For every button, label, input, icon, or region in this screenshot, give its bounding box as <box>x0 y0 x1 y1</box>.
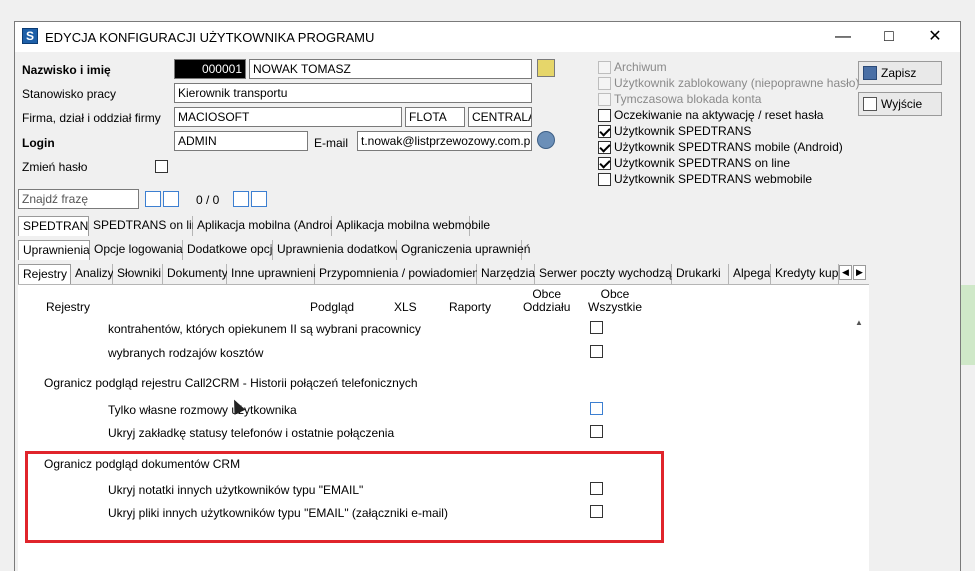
save-icon <box>863 66 877 80</box>
tab-tabs_level1[interactable]: SPEDTRANS on line <box>89 216 205 236</box>
status-option-label: Użytkownik SPEDTRANS on line <box>614 156 791 170</box>
search-input[interactable]: Znajdź frazę <box>18 189 139 209</box>
permission-checkbox[interactable] <box>590 321 603 334</box>
maximize-icon[interactable]: □ <box>866 22 912 52</box>
position-field[interactable]: Kierownik transportu <box>174 83 532 103</box>
tab-tabs_level3[interactable]: Przypomnienia / powiadomienia <box>315 264 488 284</box>
tab-tabs_level2[interactable]: Uprawnienia <box>18 240 90 260</box>
email-label: E-mail <box>314 136 349 150</box>
user-code-field: 000001 <box>174 59 246 79</box>
status-option-label: Użytkownik SPEDTRANS webmobile <box>614 172 813 186</box>
change-password-checkbox[interactable] <box>155 160 168 173</box>
background-grid-cells <box>961 285 975 365</box>
change-password-label: Zmień hasło <box>22 160 88 174</box>
first-page-icon[interactable] <box>145 191 161 207</box>
permission-label: Ukryj zakładkę statusy telefonów i ostat… <box>108 426 395 440</box>
status-checkbox[interactable] <box>598 141 611 154</box>
home-icon <box>863 97 877 111</box>
close-icon[interactable]: ✕ <box>912 22 958 52</box>
permission-label: wybranych rodzajów kosztów <box>108 346 264 360</box>
contact-card-icon[interactable] <box>537 59 555 77</box>
tab-tabs_level3[interactable]: Dokumenty <box>163 264 228 284</box>
tab-tabs_level3[interactable]: Serwer poczty wychodzącej <box>535 264 687 284</box>
group-heading: Ogranicz podgląd rejestru Call2CRM - His… <box>44 376 418 390</box>
status-checkbox <box>598 77 611 90</box>
highlight-box <box>25 451 664 543</box>
save-button-label: Zapisz <box>881 66 917 80</box>
search-counter: 0 / 0 <box>196 193 220 207</box>
tab-tabs_level2[interactable]: Uprawnienia dodatkowe <box>273 240 405 260</box>
name-label: Nazwisko i imię <box>22 63 111 77</box>
tab-tabs_level3[interactable]: Rejestry <box>18 264 71 284</box>
position-label: Stanowisko pracy <box>22 87 117 101</box>
column-raporty: Raporty <box>449 300 492 314</box>
status-option-label: Oczekiwanie na aktywację / reset hasła <box>614 108 824 122</box>
permission-label: Tylko własne rozmowy użytkownika <box>108 403 297 417</box>
status-checkbox <box>598 93 611 106</box>
minimize-icon[interactable]: — <box>820 22 866 52</box>
column-obce-wszystkie: Obce Wszystkie <box>588 287 642 314</box>
branch-field[interactable]: CENTRALA <box>468 107 532 127</box>
tab-tabs_level2[interactable]: Ograniczenia uprawnień <box>397 240 530 260</box>
tab-tabs_level3[interactable]: Słowniki <box>113 264 163 284</box>
status-option-label: Tymczasowa blokada konta <box>614 92 762 106</box>
status-checkbox[interactable] <box>598 109 611 122</box>
tabs-scroll-right-icon[interactable]: ▶ <box>853 265 866 280</box>
login-label: Login <box>22 136 55 150</box>
column-rejestry: Rejestry <box>46 300 91 314</box>
status-checkbox <box>598 61 611 74</box>
tab-tabs_level2[interactable]: Opcje logowania <box>90 240 183 260</box>
tabs-scroll-left-icon[interactable]: ◀ <box>839 265 852 280</box>
window-title: EDYCJA KONFIGURACJI UŻYTKOWNIKA PROGRAMU <box>45 30 375 45</box>
column-podglad: Podgląd <box>310 300 355 314</box>
app-logo-icon: S <box>22 28 38 44</box>
exit-button[interactable]: Wyjście <box>858 92 942 116</box>
title-bar: S EDYCJA KONFIGURACJI UŻYTKOWNIKA PROGRA… <box>15 22 960 52</box>
column-xls: XLS <box>394 300 417 314</box>
tab-tabs_level2[interactable]: Dodatkowe opcje <box>183 240 279 260</box>
prev-page-icon[interactable] <box>163 191 179 207</box>
tab-tabs_level1[interactable]: Aplikacja mobilna (Android) <box>193 216 343 236</box>
globe-icon[interactable] <box>537 131 555 149</box>
permission-checkbox[interactable] <box>590 425 603 438</box>
scroll-up-icon[interactable]: ▲ <box>855 318 865 328</box>
department-field[interactable]: FLOTA <box>405 107 465 127</box>
tab-tabs_level3[interactable]: Analizy <box>71 264 114 284</box>
permission-label: kontrahentów, których opiekunem II są wy… <box>108 322 421 336</box>
tab-tabs_level3[interactable]: Kredyty kup <box>771 264 839 284</box>
next-page-icon[interactable] <box>233 191 249 207</box>
exit-button-label: Wyjście <box>881 97 923 111</box>
permission-checkbox[interactable] <box>590 402 603 415</box>
status-checkbox[interactable] <box>598 173 611 186</box>
company-label: Firma, dział i oddział firmy <box>22 111 161 125</box>
tab-tabs_level1[interactable]: SPEDTRANS <box>18 216 96 236</box>
status-option-label: Użytkownik SPEDTRANS <box>614 124 752 138</box>
tab-tabs_level3[interactable]: Inne uprawnienia <box>227 264 322 284</box>
name-field[interactable]: NOWAK TOMASZ <box>249 59 532 79</box>
tab-tabs_level3[interactable]: Narzędzia <box>477 264 535 284</box>
tab-tabs_level3[interactable]: Alpega <box>729 264 771 284</box>
company-field[interactable]: MACIOSOFT <box>174 107 402 127</box>
status-checkbox[interactable] <box>598 157 611 170</box>
status-option-label: Użytkownik SPEDTRANS mobile (Android) <box>614 140 843 154</box>
tab-tabs_level1[interactable]: Aplikacja mobilna webmobile <box>332 216 490 236</box>
email-field[interactable]: t.nowak@listprzewozowy.com.pl <box>357 131 532 151</box>
status-checkbox[interactable] <box>598 125 611 138</box>
status-option-label: Archiwum <box>614 60 667 74</box>
column-obce-oddzialu: Obce Oddziału <box>523 287 571 314</box>
status-option-label: Użytkownik zablokowany (niepoprawne hasł… <box>614 76 860 90</box>
login-field[interactable]: ADMIN <box>174 131 308 151</box>
save-button[interactable]: Zapisz <box>858 61 942 85</box>
permission-checkbox[interactable] <box>590 345 603 358</box>
last-page-icon[interactable] <box>251 191 267 207</box>
tab-tabs_level3[interactable]: Drukarki <box>672 264 729 284</box>
